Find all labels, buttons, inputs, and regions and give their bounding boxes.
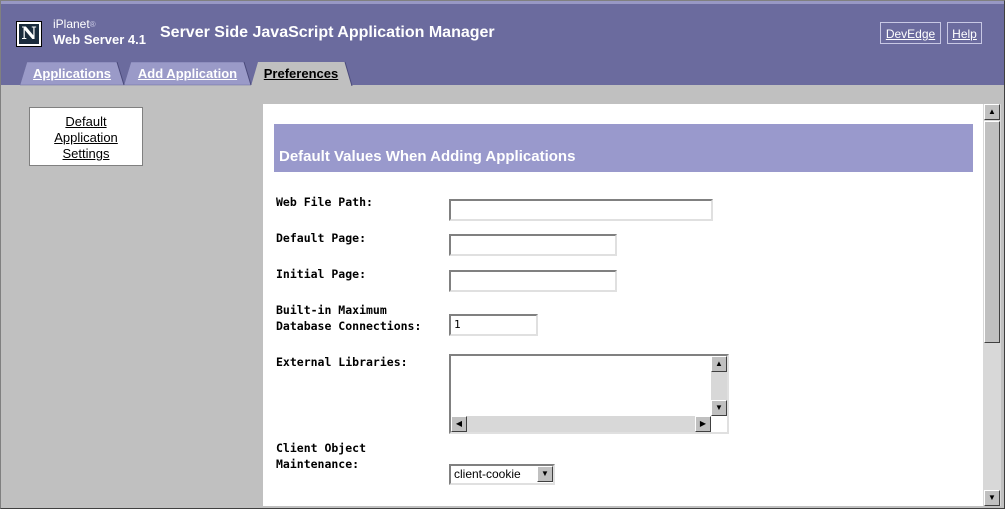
client-object-label-line1: Client Object [276, 441, 367, 455]
web-file-path-input[interactable] [449, 199, 713, 221]
initial-page-input[interactable] [449, 270, 617, 292]
external-libraries-textarea[interactable]: ▲ ▼ ◀ ▶ [449, 354, 729, 434]
default-page-label: Default Page: [276, 231, 367, 245]
max-db-connections-label-line1: Built-in Maximum [276, 303, 387, 317]
web-file-path-label: Web File Path: [276, 195, 373, 209]
page-title: Server Side JavaScript Application Manag… [160, 24, 495, 41]
product-brand: iPlanet® Web Server 4.1 [53, 18, 146, 48]
up-arrow-icon[interactable]: ▲ [711, 356, 727, 372]
down-arrow-icon[interactable]: ▼ [984, 490, 1000, 506]
max-db-connections-label-line2: Database Connections: [276, 319, 422, 333]
client-object-selected-value: client-cookie [454, 467, 521, 481]
up-arrow-icon[interactable]: ▲ [984, 104, 1000, 120]
client-object-label-line2: Maintenance: [276, 457, 360, 471]
section-header: Default Values When Adding Applications [274, 124, 973, 172]
sidebar-item-label-line3: Settings [62, 146, 110, 161]
tab-add-application[interactable]: Add Application [131, 62, 244, 85]
help-link[interactable]: Help [947, 22, 982, 44]
sidebar-item-default-application-settings[interactable]: Default Application Settings [29, 107, 143, 166]
logo-letter: N [19, 24, 39, 44]
initial-page-label: Initial Page: [276, 267, 367, 281]
netscape-logo: N [16, 21, 42, 47]
max-db-connections-input[interactable]: 1 [449, 314, 538, 336]
default-page-input[interactable] [449, 234, 617, 256]
registered-mark: ® [89, 20, 96, 29]
sidebar-item-label-line1: Default [65, 114, 107, 129]
brand-name: iPlanet [53, 17, 90, 31]
down-arrow-icon[interactable]: ▼ [711, 400, 727, 416]
external-libraries-label: External Libraries: [276, 355, 408, 369]
chevron-down-icon[interactable]: ▼ [537, 466, 553, 482]
header-top-strip [1, 1, 1004, 4]
page-vertical-scrollbar[interactable]: ▲ ▼ [983, 104, 1001, 506]
tab-preferences[interactable]: Preferences [257, 62, 345, 85]
textarea-vertical-scrollbar[interactable]: ▲ ▼ [711, 356, 727, 416]
scrollbar-thumb[interactable] [984, 121, 1000, 343]
devedge-link[interactable]: DevEdge [880, 22, 941, 44]
product-version: Web Server 4.1 [53, 32, 146, 47]
left-arrow-icon[interactable]: ◀ [451, 416, 467, 432]
content-panel: Default Values When Adding Applications … [263, 104, 983, 506]
client-object-select[interactable]: client-cookie ▼ [449, 464, 555, 485]
textarea-horizontal-scrollbar[interactable]: ◀ ▶ [451, 416, 711, 432]
sidebar-item-label-line2: Application [54, 130, 118, 145]
section-heading: Default Values When Adding Applications [279, 148, 576, 165]
tab-applications[interactable]: Applications [27, 62, 117, 85]
right-arrow-icon[interactable]: ▶ [695, 416, 711, 432]
